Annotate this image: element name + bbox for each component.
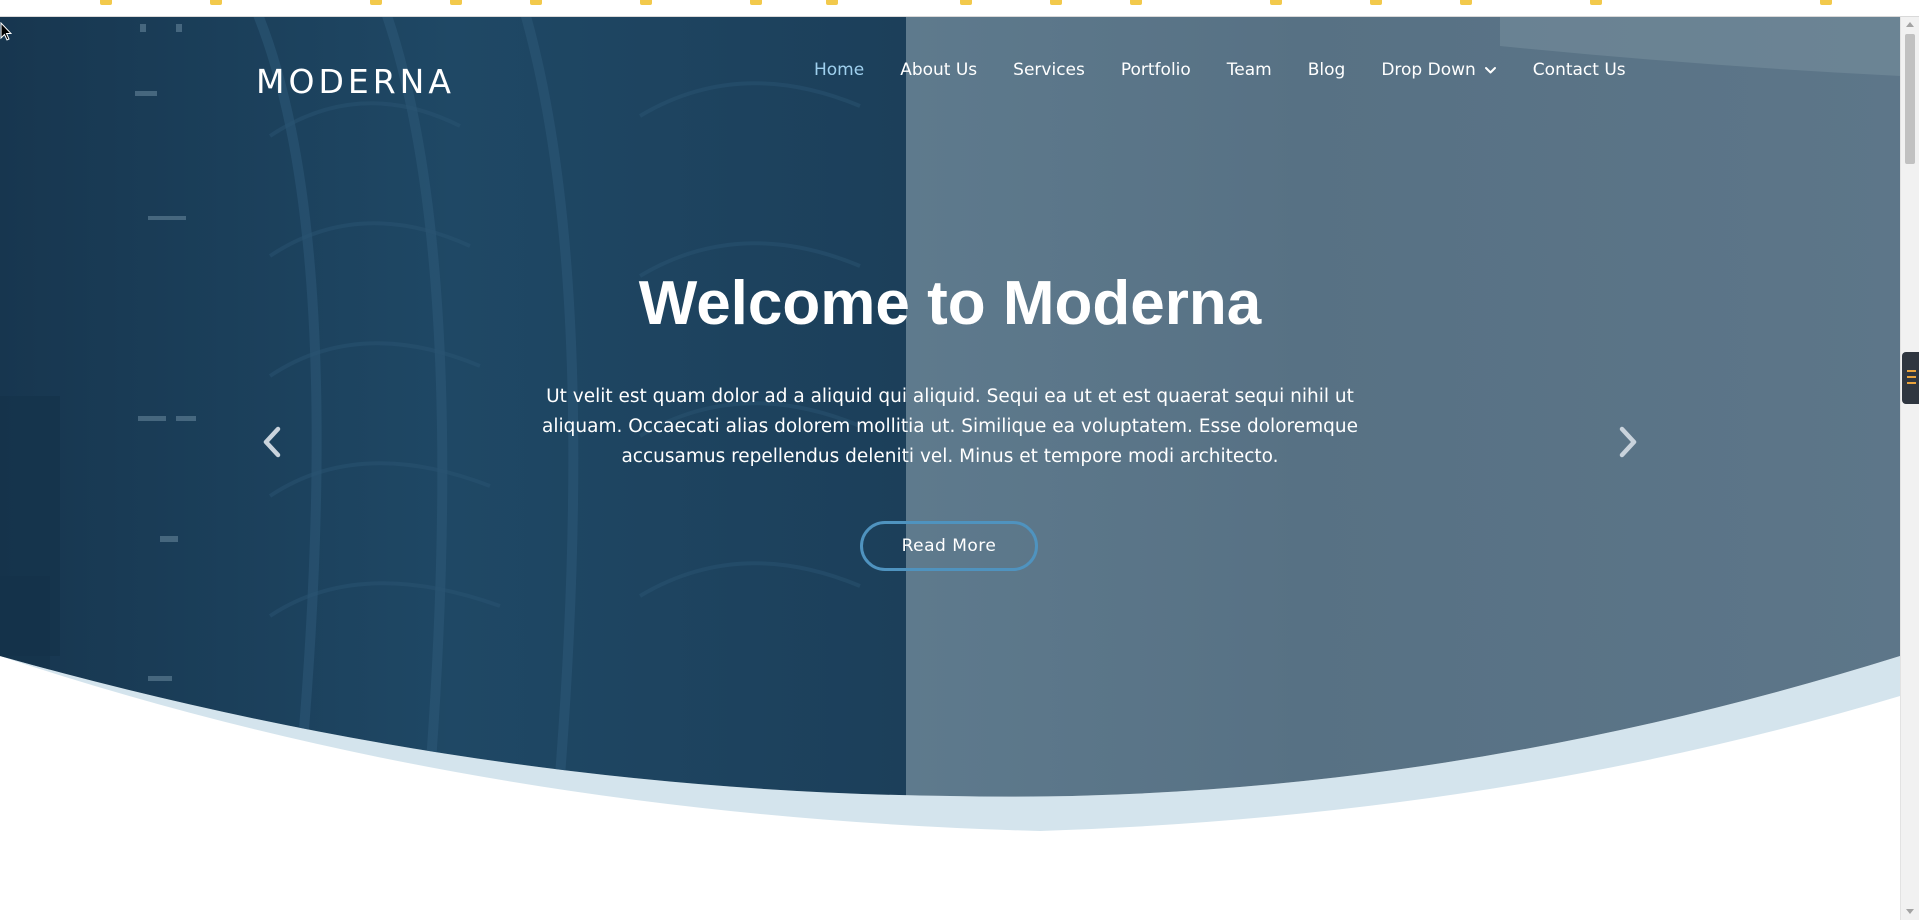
hero-description: Ut velit est quam dolor ad a aliquid qui… [542,386,1358,467]
bookmark-favicon-icon[interactable] [1370,0,1382,5]
chevron-right-icon[interactable] [1616,425,1640,459]
bookmark-favicon-icon[interactable] [210,0,222,5]
nav-item-label: Services [1013,60,1085,80]
bookmark-favicon-icon[interactable] [826,0,838,5]
scroll-up-arrow-icon[interactable] [1906,22,1914,27]
bookmark-favicon-icon[interactable] [960,0,972,5]
nav-item-contact-us[interactable]: Contact Us [1515,60,1644,80]
bookmark-favicon-icon[interactable] [450,0,462,5]
browser-bookmark-bar [0,0,1919,17]
hero-section: MODERNA Home About Us Services Portfolio… [0,16,1900,920]
bookmark-favicon-icon[interactable] [100,0,112,5]
read-more-button[interactable]: Read More [860,521,1038,571]
hero-title: Welcome to Moderna [638,269,1262,338]
nav-item-label: Home [814,60,865,80]
scroll-down-arrow-icon[interactable] [1906,909,1914,914]
bookmark-favicon-icon[interactable] [1050,0,1062,5]
site-logo[interactable]: MODERNA [256,62,455,101]
scrollbar-thumb[interactable] [1905,34,1915,164]
nav-item-portfolio[interactable]: Portfolio [1103,60,1209,80]
nav-item-label: Contact Us [1532,60,1626,80]
bookmark-favicon-icon[interactable] [1130,0,1142,5]
nav-item-team[interactable]: Team [1209,60,1290,80]
main-navigation: Home About Us Services Portfolio Team Bl… [796,16,1644,80]
nav-item-blog[interactable]: Blog [1290,60,1364,80]
page-scrollbar[interactable] [1900,16,1919,920]
bookmark-favicon-icon[interactable] [370,0,382,5]
nav-item-label: Team [1226,60,1272,80]
nav-item-label: About Us [900,60,978,80]
chevron-down-icon [1484,66,1496,73]
nav-item-about-us[interactable]: About Us [882,60,995,80]
nav-item-drop-down[interactable]: Drop Down [1363,60,1514,80]
mouse-cursor-icon [0,22,12,41]
nav-item-label: Portfolio [1120,60,1191,80]
bookmark-favicon-icon[interactable] [1270,0,1282,5]
side-panel-tab[interactable] [1902,352,1919,404]
nav-item-home[interactable]: Home [796,60,882,80]
bookmark-favicon-icon[interactable] [530,0,542,5]
bookmark-favicon-icon[interactable] [1590,0,1602,5]
bookmark-favicon-icon[interactable] [1820,0,1832,5]
bookmark-favicon-icon[interactable] [640,0,652,5]
bookmark-favicon-icon[interactable] [1460,0,1472,5]
chevron-left-icon[interactable] [260,425,284,459]
nav-item-label: Blog [1307,60,1346,80]
nav-item-services[interactable]: Services [995,60,1103,80]
bookmark-favicon-icon[interactable] [750,0,762,5]
nav-item-label: Drop Down [1381,60,1476,80]
